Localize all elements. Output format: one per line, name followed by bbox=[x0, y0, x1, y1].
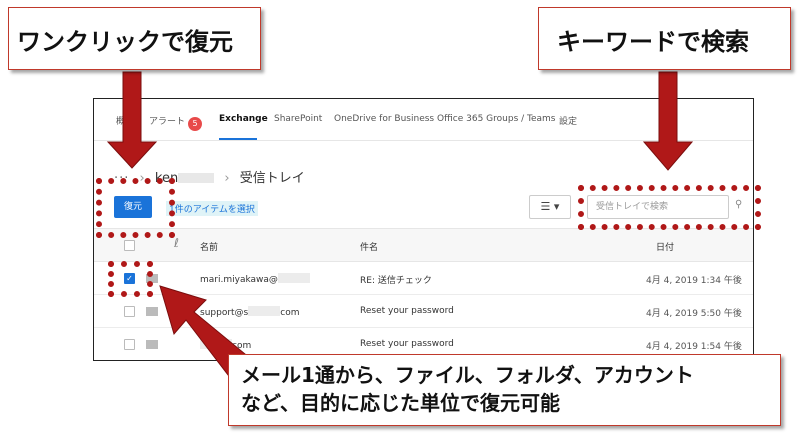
alert-count-badge: 5 bbox=[188, 117, 203, 131]
mail-icon bbox=[146, 307, 158, 316]
breadcrumb-folder: 受信トレイ bbox=[239, 171, 305, 186]
row-date: 4月 4, 2019 5:50 午後 bbox=[646, 309, 742, 319]
row-name: com bbox=[200, 339, 251, 351]
row-name: support@s com bbox=[200, 306, 299, 318]
row-name-text: mari.miyakawa@ bbox=[200, 275, 278, 285]
attachment-icon: ℓ bbox=[174, 236, 179, 250]
row-name: mari.miyakawa@ bbox=[200, 273, 310, 285]
tab-sharepoint[interactable]: SharePoint bbox=[274, 114, 322, 124]
tab-exchange[interactable]: Exchange bbox=[219, 114, 268, 124]
filter-button[interactable]: ☰ ▾ bbox=[529, 195, 571, 219]
callout-line: メール1通から、ファイル、フォルダ、アカウント bbox=[241, 363, 694, 387]
highlight-search bbox=[578, 185, 761, 230]
highlight-checkbox bbox=[108, 261, 153, 297]
callout-granularity: メール1通から、ファイル、フォルダ、アカウント など、目的に応じた単位で復元可能 bbox=[228, 354, 781, 426]
row-name-suffix: com bbox=[232, 341, 252, 351]
table-row[interactable]: ✓ mari.miyakawa@ RE: 送信チェック 4月 4, 2019 1… bbox=[94, 262, 753, 295]
redacted-block bbox=[277, 273, 310, 283]
row-subject: Reset your password bbox=[360, 339, 454, 349]
row-date: 4月 4, 2019 1:34 午後 bbox=[646, 276, 742, 286]
redacted-block bbox=[178, 173, 215, 183]
callout-one-click: ワンクリックで復元 bbox=[8, 7, 261, 70]
active-tab-indicator bbox=[219, 138, 257, 140]
row-subject: Reset your password bbox=[360, 306, 454, 316]
redacted-block bbox=[200, 339, 232, 349]
row-date: 4月 4, 2019 1:54 午後 bbox=[646, 342, 742, 352]
tab-bar: 概 アラート 5 Exchange SharePoint OneDrive for… bbox=[94, 99, 753, 141]
tab-alerts[interactable]: アラート 5 bbox=[149, 114, 203, 131]
row-name-text: support@s bbox=[200, 308, 249, 318]
table-row[interactable]: support@s com Reset your password 4月 4, 2… bbox=[94, 295, 753, 328]
table-header: 名前 件名 日付 bbox=[94, 228, 753, 262]
column-name[interactable]: 名前 bbox=[200, 240, 218, 253]
callout-line: など、目的に応じた単位で復元可能 bbox=[241, 391, 560, 415]
tab-settings[interactable]: 設定 bbox=[559, 114, 577, 127]
select-all-checkbox[interactable] bbox=[124, 240, 135, 251]
row-subject: RE: 送信チェック bbox=[360, 276, 432, 286]
highlight-restore bbox=[96, 178, 175, 238]
callout-keyword-search: キーワードで検索 bbox=[538, 7, 791, 70]
column-subject[interactable]: 件名 bbox=[360, 240, 378, 253]
row-checkbox[interactable] bbox=[124, 339, 135, 350]
tab-alerts-label: アラート bbox=[149, 117, 186, 127]
tab-overview[interactable]: 概 bbox=[116, 114, 125, 127]
mail-icon bbox=[146, 340, 158, 349]
tab-groups-teams[interactable]: Office 365 Groups / Teams bbox=[437, 114, 556, 124]
row-name-suffix: com bbox=[280, 308, 300, 318]
chevron-right-icon: › bbox=[224, 171, 230, 186]
row-checkbox[interactable] bbox=[124, 306, 135, 317]
column-date[interactable]: 日付 bbox=[656, 240, 674, 253]
redacted-block bbox=[248, 306, 281, 316]
selection-count: 1件のアイテムを選択 bbox=[166, 201, 258, 216]
tab-onedrive[interactable]: OneDrive for Business bbox=[334, 114, 434, 124]
